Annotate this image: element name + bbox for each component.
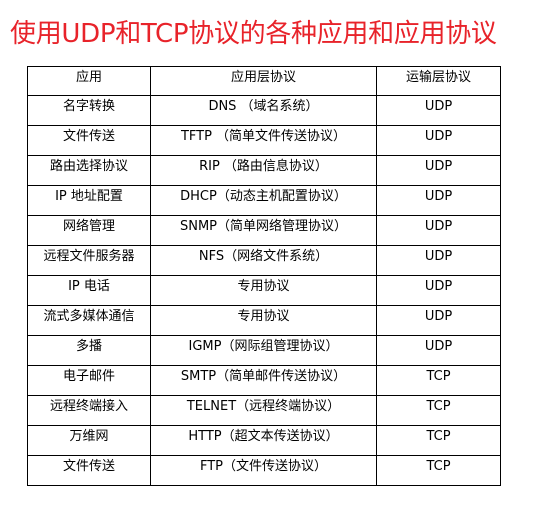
cell-application-protocol: IGMP（网际组管理协议） [150,335,377,366]
cell-application: 多播 [27,335,151,366]
cell-transport-protocol: UDP [376,245,501,276]
cell-transport-protocol: TCP [376,365,501,396]
cell-application-protocol: SNMP（简单网络管理协议） [150,215,377,246]
cell-application-protocol: 专用协议 [150,275,377,306]
table-row: 万维网 HTTP（超文本传送协议） TCP [27,425,501,456]
table-row: 文件传送 TFTP （简单文件传送协议） UDP [27,125,501,156]
cell-application: 流式多媒体通信 [27,305,151,336]
cell-transport-protocol: TCP [376,425,501,456]
cell-application-protocol: FTP（文件传送协议） [150,455,377,486]
cell-application: 文件传送 [27,125,151,156]
cell-transport-protocol: UDP [376,335,501,366]
cell-application-protocol: RIP （路由信息协议） [150,155,377,186]
cell-transport-protocol: UDP [376,215,501,246]
table-row: 名字转换 DNS （域名系统） UDP [27,95,501,126]
table-row: 电子邮件 SMTP（简单邮件传送协议） TCP [27,365,501,396]
cell-application-protocol: NFS（网络文件系统） [150,245,377,276]
cell-application: 名字转换 [27,95,151,126]
header-application-protocol: 应用层协议 [150,66,377,96]
cell-transport-protocol: UDP [376,95,501,126]
table-row: 路由选择协议 RIP （路由信息协议） UDP [27,155,501,186]
table-row: 远程文件服务器 NFS（网络文件系统） UDP [27,245,501,276]
cell-application-protocol: 专用协议 [150,305,377,336]
cell-application: 远程文件服务器 [27,245,151,276]
cell-application-protocol: HTTP（超文本传送协议） [150,425,377,456]
cell-application: IP 地址配置 [27,185,151,216]
cell-transport-protocol: UDP [376,305,501,336]
cell-application-protocol: TELNET（远程终端协议） [150,395,377,426]
cell-application: 路由选择协议 [27,155,151,186]
cell-application-protocol: DNS （域名系统） [150,95,377,126]
cell-transport-protocol: UDP [376,155,501,186]
cell-application: 网络管理 [27,215,151,246]
cell-transport-protocol: TCP [376,395,501,426]
page-title: 使用UDP和TCP协议的各种应用和应用协议 [10,19,497,49]
table-row: 流式多媒体通信 专用协议 UDP [27,305,501,336]
cell-application-protocol: SMTP（简单邮件传送协议） [150,365,377,396]
cell-transport-protocol: UDP [376,185,501,216]
cell-transport-protocol: UDP [376,275,501,306]
cell-application-protocol: TFTP （简单文件传送协议） [150,125,377,156]
table-row: 多播 IGMP（网际组管理协议） UDP [27,335,501,366]
table-row: 远程终端接入 TELNET（远程终端协议） TCP [27,395,501,426]
cell-application-protocol: DHCP（动态主机配置协议） [150,185,377,216]
header-transport-protocol: 运输层协议 [376,66,501,96]
header-application: 应用 [27,66,151,96]
cell-application: 电子邮件 [27,365,151,396]
cell-transport-protocol: TCP [376,455,501,486]
cell-application: 文件传送 [27,455,151,486]
cell-application: 远程终端接入 [27,395,151,426]
table-header-row: 应用 应用层协议 运输层协议 [27,66,501,96]
cell-transport-protocol: UDP [376,125,501,156]
protocol-table: 应用 应用层协议 运输层协议 名字转换 DNS （域名系统） UDP 文件传送 … [27,66,501,486]
table-row: IP 电话 专用协议 UDP [27,275,501,306]
table-row: 网络管理 SNMP（简单网络管理协议） UDP [27,215,501,246]
cell-application: IP 电话 [27,275,151,306]
table-row: IP 地址配置 DHCP（动态主机配置协议） UDP [27,185,501,216]
table-row: 文件传送 FTP（文件传送协议） TCP [27,455,501,486]
cell-application: 万维网 [27,425,151,456]
